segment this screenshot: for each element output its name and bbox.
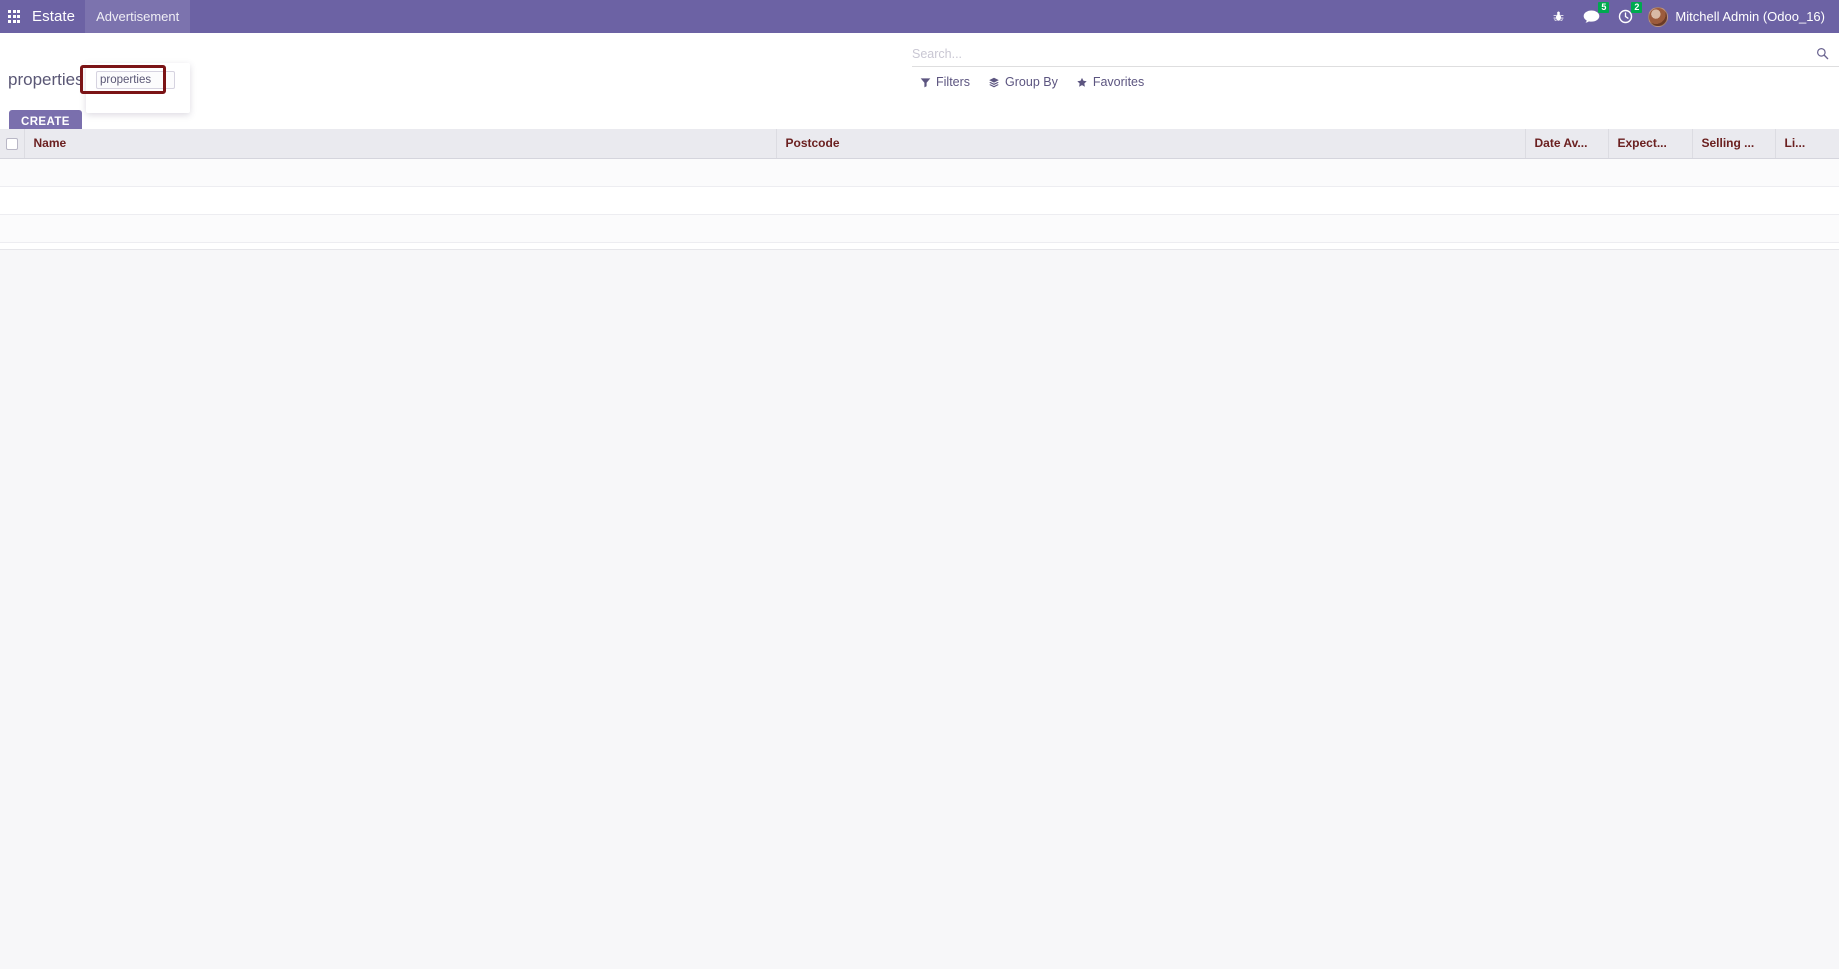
- messages-count-badge: 5: [1598, 2, 1610, 13]
- menu-item-advertisement[interactable]: Advertisement: [85, 0, 191, 33]
- activities-menu-button[interactable]: 2: [1609, 0, 1643, 33]
- groupby-dropdown-button[interactable]: Group By: [980, 71, 1066, 93]
- breadcrumb-properties[interactable]: properties: [8, 70, 84, 90]
- column-header-name[interactable]: Name: [24, 129, 777, 159]
- column-header-date-availability[interactable]: Date Av...: [1525, 129, 1609, 159]
- control-panel: properties CREATE Filters: [0, 33, 1839, 134]
- magnifier-icon: [1816, 48, 1828, 60]
- table-row: [0, 186, 1839, 215]
- column-header-expected-price[interactable]: Expect...: [1608, 129, 1693, 159]
- search-input[interactable]: [912, 46, 1805, 61]
- select-all-cell[interactable]: [0, 129, 25, 159]
- user-name-label: Mitchell Admin (Odoo_16): [1675, 9, 1825, 24]
- systray: 5 2 Mitchell Admin (Odoo_16): [1543, 0, 1839, 33]
- user-menu[interactable]: Mitchell Admin (Odoo_16): [1642, 0, 1833, 33]
- list-view: Name Postcode Date Av... Expect... Selli…: [0, 129, 1839, 250]
- app-brand-estate[interactable]: Estate: [28, 0, 85, 33]
- table-header-row: Name Postcode Date Av... Expect... Selli…: [0, 129, 1839, 159]
- rename-input[interactable]: [96, 71, 175, 89]
- search-facet-row: Filters Group By Favorites: [912, 69, 1839, 95]
- star-icon: [1077, 77, 1087, 87]
- search-submit-button[interactable]: [1805, 47, 1839, 60]
- column-header-living-area[interactable]: Li...: [1775, 129, 1839, 159]
- filters-label: Filters: [936, 75, 971, 89]
- select-all-checkbox[interactable]: [6, 138, 18, 151]
- funnel-icon: [920, 77, 931, 87]
- apps-menu-toggle[interactable]: [0, 0, 28, 33]
- search-bar: [912, 41, 1839, 67]
- top-navbar: Estate Advertisement 5 2 Mitchell Admin …: [0, 0, 1839, 33]
- navbar-spacer: [190, 0, 1543, 33]
- filters-dropdown-button[interactable]: Filters: [912, 71, 978, 93]
- messages-menu-button[interactable]: 5: [1574, 0, 1610, 33]
- layers-icon: [989, 77, 999, 87]
- bug-icon: [1553, 11, 1564, 21]
- user-avatar: [1648, 6, 1669, 27]
- debug-menu-button[interactable]: [1543, 0, 1574, 33]
- groupby-label: Group By: [1005, 75, 1058, 89]
- favorites-dropdown-button[interactable]: Favorites: [1068, 71, 1152, 93]
- column-header-postcode[interactable]: Postcode: [776, 129, 1526, 159]
- apps-grid-icon: [7, 10, 21, 23]
- column-header-selling-price[interactable]: Selling ...: [1692, 129, 1776, 159]
- favorites-label: Favorites: [1092, 75, 1145, 89]
- table-row: [0, 158, 1839, 187]
- records-table: Name Postcode Date Av... Expect... Selli…: [0, 129, 1839, 243]
- table-bottom-divider: [0, 249, 1839, 250]
- table-row: [0, 214, 1839, 243]
- table-body: [0, 158, 1839, 243]
- activities-count-badge: 2: [1631, 2, 1643, 13]
